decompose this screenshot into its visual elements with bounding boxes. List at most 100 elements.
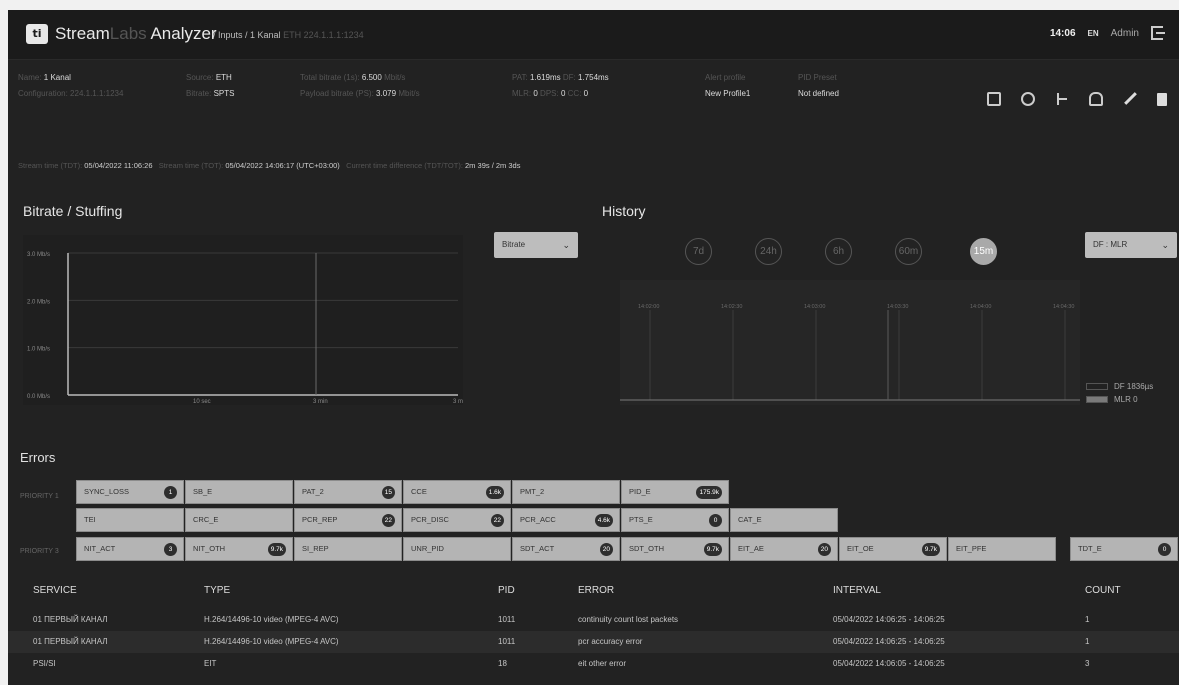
error-count-badge: 1.6k (485, 486, 504, 499)
refresh-icon[interactable] (1021, 92, 1035, 106)
app-name-part-3: Analyzer (146, 24, 217, 43)
alert-profile-value[interactable]: New Profile1 (705, 89, 750, 98)
chevron-down-icon: ⌄ (562, 240, 570, 250)
history-metric-select[interactable]: DF : MLR ⌄ (1085, 232, 1177, 258)
error-cell-cat_e[interactable]: CAT_E (730, 508, 838, 532)
error-cell-pcr_acc[interactable]: PCR_ACC 4.6k (512, 508, 620, 532)
user-menu[interactable]: Admin (1111, 28, 1139, 39)
cell-error: eit other error (578, 659, 627, 668)
legend-label: MLR 0 (1114, 395, 1138, 404)
app-logo-icon[interactable]: ti (26, 24, 48, 44)
pid-preset-label: PID Preset (798, 73, 837, 82)
app-name-part-1: Stream (55, 24, 110, 43)
error-cell-sb_e[interactable]: SB_E (185, 480, 293, 504)
error-cell-label: SI_REP (302, 544, 329, 553)
error-cell-si_rep[interactable]: SI_REP (294, 537, 402, 561)
history-chart: 14:02:00 14:02:30 14:03:00 14:03:30 14:04:00… (620, 280, 1080, 405)
payload-bitrate-unit: Mbit/s (398, 89, 420, 98)
error-cell-nit_act[interactable]: NIT_ACT 3 (76, 537, 184, 561)
tot-label: Stream time (TOT): (158, 161, 224, 170)
error-cell-unr_pid[interactable]: UNR_PID (403, 537, 511, 561)
chevron-down-icon: ⌄ (1161, 240, 1169, 250)
logout-icon[interactable] (1151, 26, 1165, 40)
cell-pid: 1011 (498, 637, 516, 646)
total-bitrate-unit: Mbit/s (384, 73, 406, 82)
bitrate-panel-title: Bitrate / Stuffing (23, 203, 123, 219)
error-cell-sdt_act[interactable]: SDT_ACT 20 (512, 537, 620, 561)
error-cell-nit_oth[interactable]: NIT_OTH 9.7k (185, 537, 293, 561)
table-row[interactable]: 01 ПЕРВЫЙ КАНАЛ H.264/14496-10 video (MPE… (8, 609, 1179, 631)
error-cell-tdt_e[interactable]: TDT_E 0 (1070, 537, 1178, 561)
bitrate-y-tick-label: 0.0 Mb/s (27, 394, 50, 400)
error-cell-label: TEI (84, 515, 96, 524)
error-count-badge: 175.9k (696, 486, 722, 499)
dps-label: DPS: (540, 89, 559, 98)
history-select-value: DF : MLR (1093, 240, 1128, 249)
comment-icon[interactable] (987, 92, 1001, 106)
errors-title: Errors (20, 450, 56, 465)
error-cell-sdt_oth[interactable]: SDT_OTH 9.7k (621, 537, 729, 561)
table-row[interactable]: PSI/SI EIT 18 eit other error 05/04/2022 14:… (8, 653, 1179, 675)
error-cell-label: PTS_E (629, 515, 653, 524)
history-x-tick-label: 14:03:30 (887, 304, 908, 310)
info-col-source: Source: ETH Bitrate: SPTS (186, 70, 234, 102)
table-row[interactable]: 01 ПЕРВЫЙ КАНАЛ H.264/14496-10 video (MPE… (8, 631, 1179, 653)
error-cell-pmt_2[interactable]: PMT_2 (512, 480, 620, 504)
error-cell-label: SB_E (193, 487, 213, 496)
cell-error: pcr accuracy error (578, 637, 643, 646)
col-error[interactable]: ERROR (578, 585, 614, 596)
pid-preset-value[interactable]: Not defined (798, 89, 839, 98)
error-count-badge: 22 (381, 514, 395, 527)
bitrate-y-tick-label: 2.0 Mb/s (27, 299, 50, 305)
bitrate-mode-label: Bitrate: (186, 89, 212, 98)
error-cell-tei[interactable]: TEI (76, 508, 184, 532)
error-cell-sync_loss[interactable]: SYNC_LOSS 1 (76, 480, 184, 504)
error-cell-cce[interactable]: CCE 1.6k (403, 480, 511, 504)
bell-icon[interactable] (1089, 92, 1103, 106)
cell-interval: 05/04/2022 14:06:25 - 14:06:25 (833, 637, 945, 646)
col-pid[interactable]: PID (498, 585, 515, 596)
error-cell-crc_e[interactable]: CRC_E (185, 508, 293, 532)
error-cell-pcr_rep[interactable]: PCR_REP 22 (294, 508, 402, 532)
error-cell-label: PMT_2 (520, 487, 545, 496)
bitrate-select-value: Bitrate (502, 240, 526, 249)
edit-icon[interactable] (1123, 92, 1137, 106)
config-label: Configuration: (18, 89, 68, 98)
error-cell-label: CCE (411, 487, 427, 496)
cell-error: continuity count lost packets (578, 615, 679, 624)
col-interval[interactable]: INTERVAL (833, 585, 881, 596)
trash-icon[interactable] (1157, 92, 1167, 106)
language-switch[interactable]: EN (1088, 29, 1099, 38)
cell-interval: 05/04/2022 14:06:25 - 14:06:25 (833, 615, 945, 624)
breadcrumb: / Inputs / 1 Kanal ETH 224.1.1.1:1234 (213, 30, 364, 40)
error-cell-eit_pfe[interactable]: EIT_PFE (948, 537, 1056, 561)
history-x-tick-label: 14:04:30 (1053, 304, 1074, 310)
error-cell-eit_ae[interactable]: EIT_AE 20 (730, 537, 838, 561)
error-cell-label: CRC_E (193, 515, 219, 524)
legend-swatch (1086, 383, 1108, 390)
bitrate-select[interactable]: Bitrate ⌄ (494, 232, 578, 258)
col-count[interactable]: COUNT (1085, 585, 1121, 596)
legend-item[interactable]: DF 1836µs (1086, 380, 1153, 393)
legend-item[interactable]: MLR 0 (1086, 393, 1153, 406)
error-cell-eit_oe[interactable]: EIT_OE 9.7k (839, 537, 947, 561)
tree-icon[interactable] (1055, 92, 1069, 106)
error-count-badge: 9.7k (267, 543, 286, 556)
error-cell-pid_e[interactable]: PID_E 175.9k (621, 480, 729, 504)
error-cell-pcr_disc[interactable]: PCR_DISC 22 (403, 508, 511, 532)
col-service[interactable]: SERVICE (33, 585, 77, 596)
col-type[interactable]: TYPE (204, 585, 230, 596)
cell-count: 1 (1085, 615, 1090, 624)
stream-time-line: Stream time (TDT): 05/04/2022 11:06:26 S… (18, 161, 520, 170)
cell-service: PSI/SI (33, 659, 56, 668)
history-x-tick-label: 14:02:30 (721, 304, 742, 310)
input-info: Name: 1 Kanal Configuration: 224.1.1.1:1… (8, 70, 1179, 130)
cell-pid: 18 (498, 659, 507, 668)
legend-label: DF 1836µs (1114, 382, 1154, 391)
error-cell-pts_e[interactable]: PTS_E 0 (621, 508, 729, 532)
breadcrumb-path[interactable]: / Inputs / 1 Kanal (213, 30, 281, 40)
payload-bitrate-label: Payload bitrate (PS): (300, 89, 374, 98)
error-cell-label: SYNC_LOSS (84, 487, 130, 496)
error-cell-label: PCR_REP (302, 515, 338, 524)
error-cell-pat_2[interactable]: PAT_2 15 (294, 480, 402, 504)
